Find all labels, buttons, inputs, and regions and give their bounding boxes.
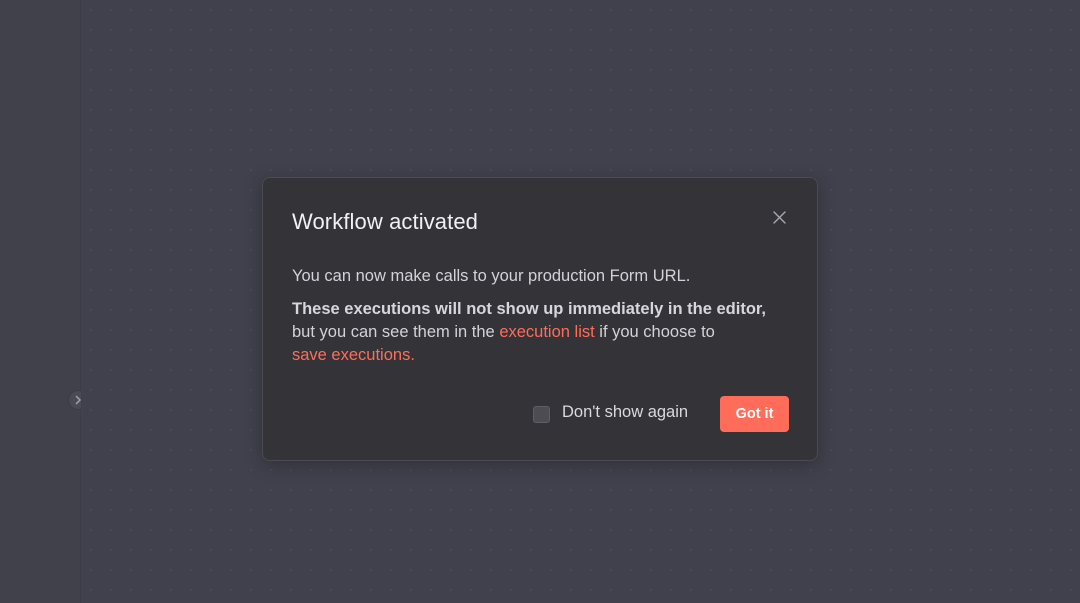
close-icon [772,210,786,224]
app-root: Workflow activated You can now make call… [0,0,1080,603]
dont-show-again-label[interactable]: Don't show again [562,403,688,422]
close-button[interactable] [768,206,790,228]
save-executions-link[interactable]: save executions. [292,346,415,364]
executions-note-text-2: if you choose to [594,323,715,341]
dialog-title: Workflow activated [292,209,479,234]
dialog-message-primary: You can now make calls to your productio… [292,267,691,285]
got-it-button[interactable]: Got it [720,396,789,432]
dialog-footer: Don't show again Got it [263,396,817,432]
executions-note: These executions will not show up immedi… [292,300,767,318]
dialog-message-secondary: These executions will not show up immedi… [292,298,792,367]
dont-show-again-checkbox[interactable] [533,406,550,423]
execution-list-link[interactable]: execution list [499,323,594,341]
workflow-activated-dialog: Workflow activated You can now make call… [262,177,818,461]
executions-note-text: but you can see them in the [292,323,500,341]
